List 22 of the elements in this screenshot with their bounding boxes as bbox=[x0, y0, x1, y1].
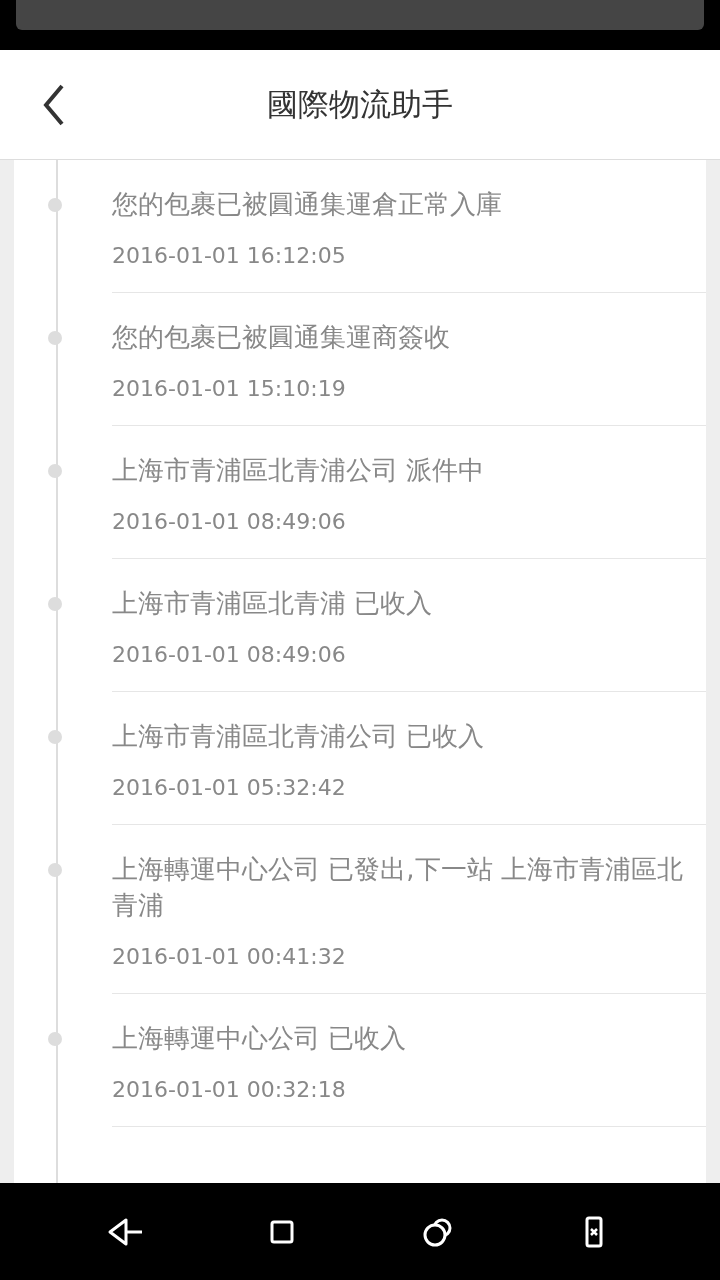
timeline-dot bbox=[48, 863, 62, 877]
event-time: 2016-01-01 16:12:05 bbox=[112, 242, 347, 270]
timeline-dot bbox=[48, 331, 62, 345]
event-time: 2016-01-01 08:49:06 bbox=[112, 641, 347, 669]
event-time: 2016-01-01 08:49:06 bbox=[112, 508, 347, 536]
event-description: 您的包裹已被圓通集運倉正常入庫 bbox=[112, 188, 503, 221]
event-description: 上海市青浦區北青浦公司 已收入 bbox=[112, 720, 486, 753]
event-description: 上海轉運中心公司 已收入 bbox=[112, 1022, 408, 1055]
timeline-dot bbox=[48, 198, 62, 212]
timeline-dot bbox=[48, 464, 62, 478]
event-time: 2016-01-01 05:32:42 bbox=[112, 774, 347, 802]
event-description: 上海轉運中心公司 已發出,下一站 上海市青浦區北青浦 bbox=[112, 853, 684, 922]
event-time: 2016-01-01 15:10:19 bbox=[112, 375, 347, 403]
timeline-dot bbox=[48, 597, 62, 611]
page-title: 國際物流助手 bbox=[267, 85, 453, 125]
event-description: 上海市青浦區北青浦 已收入 bbox=[112, 587, 434, 620]
timeline-dot bbox=[48, 1032, 62, 1046]
timeline-dot bbox=[48, 730, 62, 744]
event-time: 2016-01-01 00:32:18 bbox=[112, 1076, 347, 1104]
event-description: 您的包裹已被圓通集運商簽收 bbox=[112, 321, 451, 354]
event-description: 上海市青浦區北青浦公司 派件中 bbox=[112, 454, 486, 487]
event-time: 2016-01-01 00:41:32 bbox=[112, 943, 347, 971]
